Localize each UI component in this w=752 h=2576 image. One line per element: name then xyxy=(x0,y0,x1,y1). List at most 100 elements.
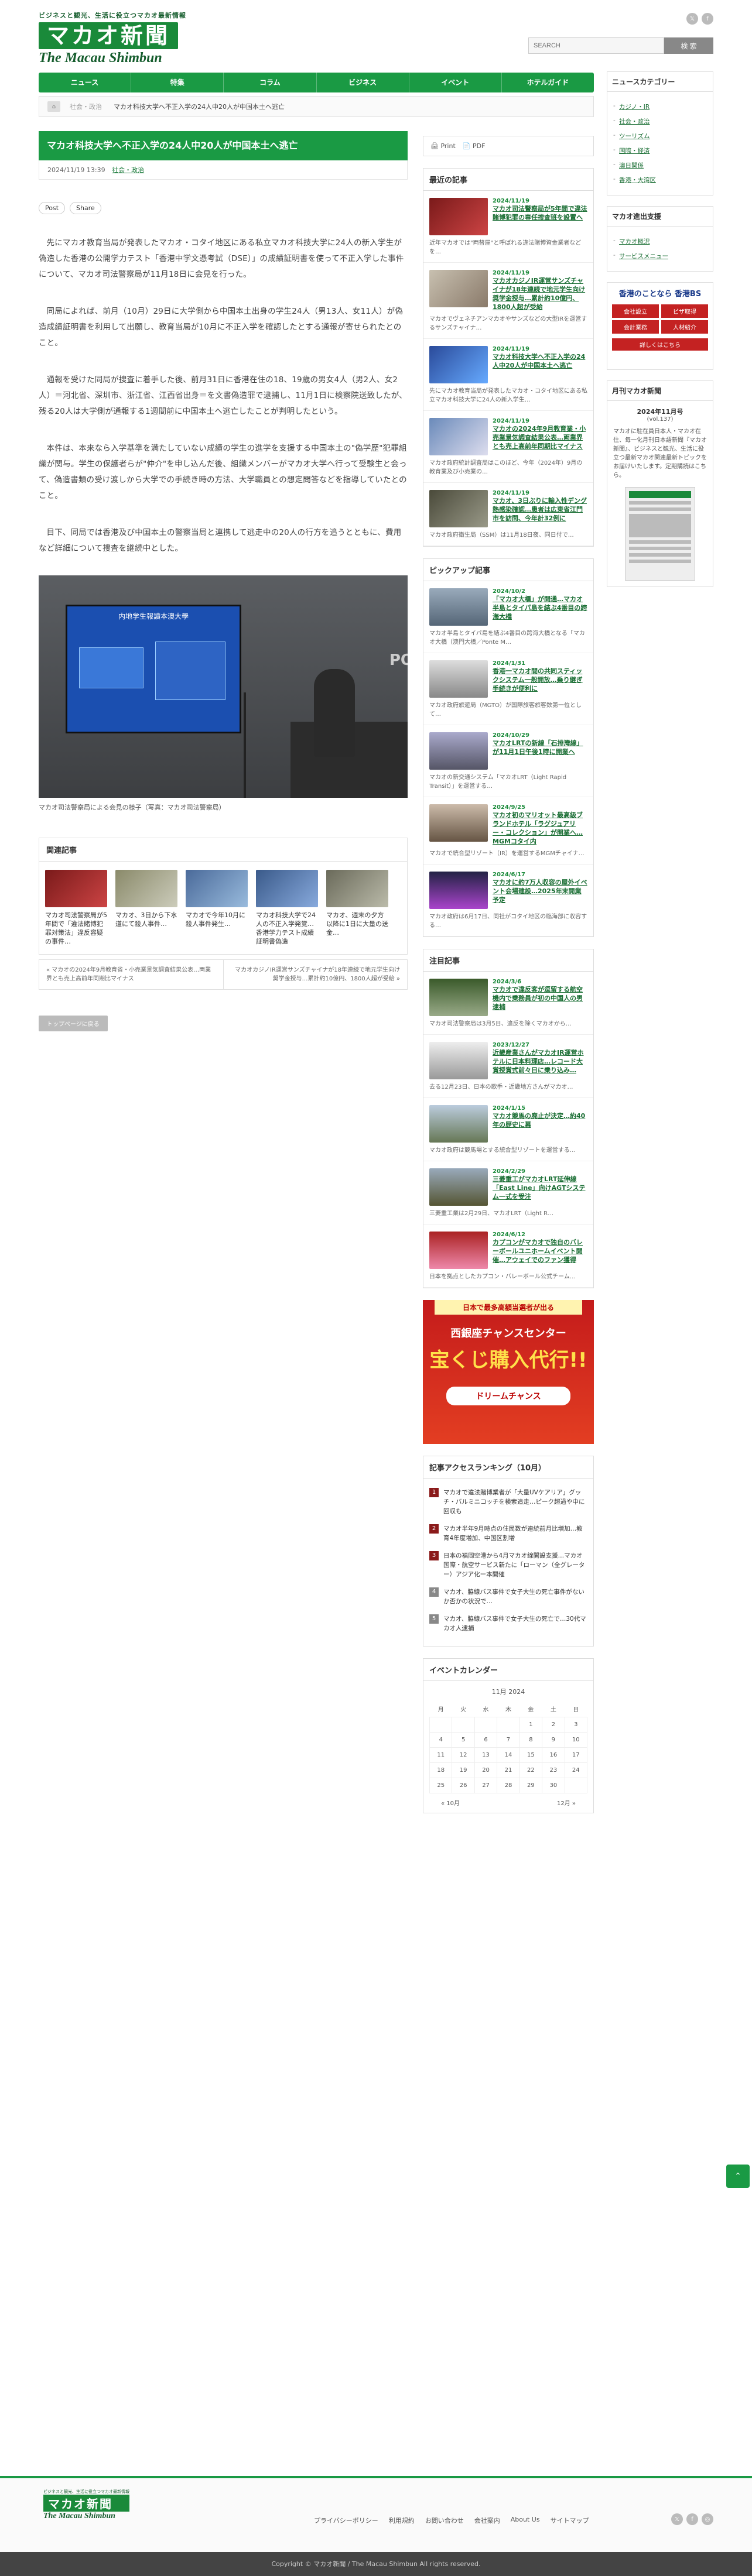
search-input[interactable] xyxy=(528,37,664,54)
logo-tagline: ビジネスと観光、生活に役立つマカオ最新情報 xyxy=(39,12,186,19)
ranking-item[interactable]: 2 マカオ半年9月時点の住民数が連続前月比増加…教育4年度増加、中国区割増 xyxy=(429,1524,587,1543)
monthly-description: マカオに駐在員日本人・マカオ在住、毎一化月刊日本語新聞『マカオ新聞』、ビジネスと… xyxy=(613,428,707,479)
ranking-item[interactable]: 3 日本の福岡空港から4月マカオ線開設支援…マカオ国際・航空サービス新たに「ローマ… xyxy=(429,1551,587,1579)
nav-item-business[interactable]: ビジネス xyxy=(317,73,409,92)
back-to-top-button[interactable]: トップページに戻る xyxy=(39,1016,108,1031)
ranking-item[interactable]: 4 マカオ、脇線バス事件で女子大生の死亡事件がないか否かの状況で… xyxy=(429,1587,587,1606)
article-column: マカオ科技大学へ不正入学の24人中20人が中国本土へ逃亡 2024/11/19 … xyxy=(39,131,408,1031)
breadcrumb-category[interactable]: 社会・政治 xyxy=(70,102,102,111)
recent-item[interactable]: 2024/11/19 マカオ、3日ぶりに輸入性デング熱感染確認…患者は広東省江門市… xyxy=(423,483,593,546)
pickup-item[interactable]: 2024/10/29 マカオLRTの新線「石排灣線」が11月1日午後1時に開業へマ… xyxy=(423,725,593,797)
category-link[interactable]: ツーリズム xyxy=(613,132,707,140)
header-social: 𝕏 f xyxy=(686,13,713,25)
article-paragraph: 目下、同局では香港及び中国本土の警察当局と連携して逃走中の20人の行方を追うとと… xyxy=(39,528,402,553)
category-link[interactable]: カジノ・IR xyxy=(613,102,707,111)
nav-item-event[interactable]: イベント xyxy=(409,73,502,92)
pickup-articles: ピックアップ記事 2024/10/2 「マカオ大橋」が開通…マカオ半島とタイパ島を… xyxy=(423,558,594,937)
noteworthy-item[interactable]: 2024/3/6 マカオで違反客が逗留する航空機内で乗務員が初の中国人の男逮捕 マカ… xyxy=(423,972,593,1035)
ranking-item[interactable]: 1 マカオで違法賭博業者が「大量UVケアリア」グッチ・バルミニコッチを検索追走…ピ… xyxy=(429,1488,587,1516)
prev-article-link[interactable]: « マカオの2024年9月教育省・小売業景気調査結果公表…両業界とも売上高前年同… xyxy=(39,960,223,989)
noteworthy-item[interactable]: 2024/2/29 三菱重工がマカオLRT延伸線「East Line」向けAGTシ… xyxy=(423,1161,593,1224)
search-button[interactable]: 検 索 xyxy=(664,37,713,54)
nav-item-column[interactable]: コラム xyxy=(224,73,317,92)
footer-link-terms[interactable]: 利用規約 xyxy=(389,2516,415,2525)
prev-next-nav: « マカオの2024年9月教育省・小売業景気調査結果公表…両業界とも売上高前年同… xyxy=(39,959,408,990)
print-button[interactable]: 🖨 Print xyxy=(430,142,456,150)
article-paragraph: 本件は、本来なら入学基準を満たしていない成績の学生の進学を支援する中国本土の"偽… xyxy=(39,444,407,500)
noteworthy-title: 注目記事 xyxy=(423,949,593,972)
related-articles: 関連記事 マカオ司法警察局が5年間で「違法賭博犯罪対策法」違反容疑の事件… マカ… xyxy=(39,838,408,955)
home-icon[interactable]: ⌂ xyxy=(47,101,60,112)
nav-item-features[interactable]: 特集 xyxy=(131,73,224,92)
recent-item[interactable]: 2024/11/19 マカオ科技大学へ不正入学の24人中20人が中国本土へ逃亡 先に… xyxy=(423,339,593,411)
footer-link-contact[interactable]: お問い合わせ xyxy=(425,2516,464,2525)
nav-item-hotel-guide[interactable]: ホテルガイド xyxy=(502,73,594,92)
support-title: マカオ進出支援 xyxy=(607,207,713,227)
category-link[interactable]: 香港・大湾区 xyxy=(613,176,707,184)
twitter-icon[interactable]: 𝕏 xyxy=(686,13,698,25)
calendar-month: 11月 2024 xyxy=(491,1688,525,1696)
footer-link-about[interactable]: About Us xyxy=(511,2516,540,2525)
ranking-title: 記事アクセスランキング（10月） xyxy=(423,1456,593,1479)
monthly-cover-image[interactable] xyxy=(625,487,695,581)
article-date: 2024/11/19 13:39 xyxy=(47,166,105,174)
footer-logo[interactable]: ビジネスと観光、生活に役立つマカオ最新情報 マカオ新聞 The Macau Sh… xyxy=(43,2489,129,2521)
print-box: 🖨 Print 📄 PDF xyxy=(423,136,594,156)
category-link[interactable]: 国際・経済 xyxy=(613,146,707,155)
category-link[interactable]: 社会・政治 xyxy=(613,117,707,126)
article-paragraph: 通報を受けた同局が捜査に着手した後、前月31日に香港在住の18、19歳の男女4人… xyxy=(39,375,407,416)
related-item[interactable]: マカオ科技大学で24人の不正入学発覚…香港学力テスト成績証明書偽造 xyxy=(256,870,318,946)
noteworthy-articles: 注目記事 2024/3/6 マカオで違反客が逗留する航空機内で乗務員が初の中国人の… xyxy=(423,949,594,1288)
recent-item[interactable]: 2024/11/19 マカオの2024年9月教育業・小売業景気調査結果公表…両業界… xyxy=(423,411,593,483)
pickup-item[interactable]: 2024/1/31 香港一マカオ間の共同スティックシステム一般開放…乗り継ぎ手続き… xyxy=(423,653,593,725)
x-post-button[interactable]: Post xyxy=(39,202,66,214)
facebook-share-button[interactable]: Share xyxy=(70,202,101,214)
recent-title: 最近の記事 xyxy=(423,169,593,191)
recent-item[interactable]: 2024/11/19 マカオ司法警察局が5年間で違法賭博犯罪の専任捜査班を設置へ近… xyxy=(423,191,593,263)
access-ranking: 記事アクセスランキング（10月） 1 マカオで違法賭博業者が「大量UVケアリア」グ… xyxy=(423,1456,594,1647)
macau-support: マカオ進出支援 マカオ概況 サービスメニュー xyxy=(607,206,713,272)
calendar-next-link[interactable]: 12月 » xyxy=(557,1798,576,1807)
scroll-top-button[interactable]: ⌃ xyxy=(726,2165,750,2188)
pdf-button[interactable]: 📄 PDF xyxy=(463,142,486,150)
pickup-item[interactable]: 2024/10/2 「マカオ大橋」が開通…マカオ半島とタイパ島を結ぶ4番目の跨海大… xyxy=(423,581,593,653)
support-link[interactable]: サービスメニュー xyxy=(613,252,707,260)
calendar-prev-link[interactable]: « 10月 xyxy=(441,1798,460,1807)
twitter-icon[interactable]: 𝕏 xyxy=(671,2513,683,2525)
footer-link-privacy[interactable]: プライバシーポリシー xyxy=(314,2516,378,2525)
noteworthy-item[interactable]: 2024/6/12 カプコンがマカオで独自のバレーボールユニホームイベント開催…ア… xyxy=(423,1224,593,1288)
related-item[interactable]: マカオ司法警察局が5年間で「違法賭博犯罪対策法」違反容疑の事件… xyxy=(45,870,107,946)
support-link[interactable]: マカオ概況 xyxy=(613,237,707,246)
main-nav: ニュース 特集 コラム ビジネス イベント ホテルガイド xyxy=(39,73,594,92)
article-category-link[interactable]: 社会・政治 xyxy=(112,166,144,174)
site-logo[interactable]: ビジネスと観光、生活に役立つマカオ最新情報 マカオ新聞 The Macau Sh… xyxy=(39,11,214,68)
hongkong-bs-ad[interactable]: 香港のことなら 香港BS 会社設立 ビザ取得 会計業務 人材紹介 詳しくはこちら xyxy=(607,282,713,370)
speaker-figure xyxy=(314,669,355,757)
middle-sidebar: 🖨 Print 📄 PDF 最近の記事 2024/11/19 マカオ司法警察局が5… xyxy=(423,136,594,1825)
category-link[interactable]: 澳日関係 xyxy=(613,161,707,170)
nav-item-news[interactable]: ニュース xyxy=(39,73,132,92)
related-item[interactable]: マカオで今年10月に殺人事件発生… xyxy=(186,870,248,946)
article-photo: 内地学生報讀本澳大學 PO xyxy=(39,575,408,798)
next-article-link[interactable]: マカオカジノIR運営サンズチャイナが18年連続で地元学生向け奨学金授与…累計約1… xyxy=(223,960,408,989)
footer-link-company[interactable]: 会社案内 xyxy=(474,2516,500,2525)
facebook-icon[interactable]: f xyxy=(686,2513,698,2525)
related-item[interactable]: マカオ、週末の夕方以降に1日に大量の送金… xyxy=(326,870,388,946)
noteworthy-item[interactable]: 2023/12/27 近畿産業さんがマカオIR運営ホテルに日本料理店…レコード大賞… xyxy=(423,1035,593,1098)
footer-link-sitemap[interactable]: サイトマップ xyxy=(551,2516,589,2525)
related-item[interactable]: マカオ、3日から下水道にて殺人事件… xyxy=(115,870,177,946)
news-categories: ニュースカテゴリー カジノ・IR 社会・政治 ツーリズム 国際・経済 澳日関係 … xyxy=(607,71,713,195)
facebook-icon[interactable]: f xyxy=(702,13,713,25)
monthly-volume: (vol.137) xyxy=(647,416,674,423)
recent-item[interactable]: 2024/11/19 マカオカジノIR運営サンズチャイナが18年連続で地元学生向け… xyxy=(423,263,593,339)
ranking-item[interactable]: 5 マカオ、脇線バス事件で女子大生の死亡で…30代マカオ人逮捕 xyxy=(429,1614,587,1633)
photo-sign: PO xyxy=(389,651,408,669)
event-calendar: イベントカレンダー 11月 2024 月火水木金土日 123 4 5 6 7 8 9 10 … xyxy=(423,1658,594,1813)
lottery-ad-banner[interactable]: 日本で最多高額当選者が出る 西銀座チャンスセンター 宝くじ購入代行!! ドリーム… xyxy=(423,1300,594,1444)
noteworthy-item[interactable]: 2024/1/15 マカオ競馬の廃止が決定…約40年の歴史に幕 マカオ政府は競馬場と… xyxy=(423,1098,593,1161)
pickup-item[interactable]: 2024/9/25 マカオ初のマリオット最高級ブランドホテル「ラグジュアリー・コレ… xyxy=(423,797,593,865)
calendar-grid: 月火水木金土日 123 4 5 6 7 8 9 10 11 12 13 14 15 16 17 18 19… xyxy=(429,1701,588,1793)
instagram-icon[interactable]: ◎ xyxy=(702,2513,713,2525)
pickup-item[interactable]: 2024/6/17 マカオに約7万人収容の屋外イベント会場建設…2025年末開業予… xyxy=(423,865,593,937)
footer-links: プライバシーポリシー 利用規約 お問い合わせ 会社案内 About Us サイト… xyxy=(314,2516,589,2525)
